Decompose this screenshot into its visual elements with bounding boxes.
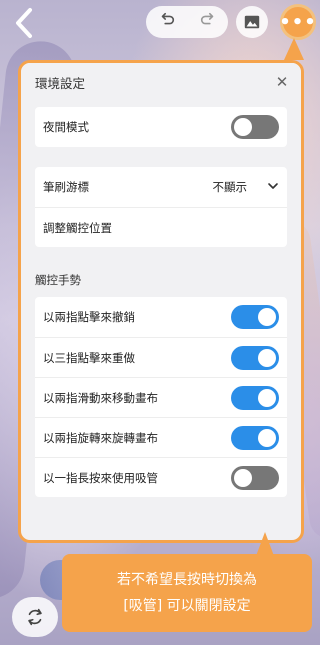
gesture-row: 以兩指旋轉來旋轉畫布: [35, 417, 287, 457]
more-button[interactable]: •••: [279, 4, 317, 40]
chevron-down-icon: [267, 180, 279, 195]
gesture-toggle[interactable]: [231, 465, 279, 490]
panel-title: 環境設定: [35, 75, 86, 91]
gesture-label: 以兩指點擊來撤銷: [43, 310, 135, 324]
night-mode-label: 夜間模式: [43, 120, 89, 134]
panel-header: 環境設定 ✕: [21, 63, 301, 101]
close-icon: ✕: [275, 73, 289, 91]
redo-button[interactable]: [199, 11, 217, 33]
redo-icon: [200, 12, 213, 25]
back-chevron-icon: [16, 8, 32, 38]
toggle-knob: [258, 428, 276, 447]
more-dots-icon: •••: [279, 11, 317, 33]
night-mode-card: 夜間模式: [35, 107, 287, 147]
back-button[interactable]: [10, 6, 40, 40]
toggle-knob: [258, 308, 276, 326]
gesture-row: 以三指點擊來重做: [35, 337, 287, 377]
gesture-toggle[interactable]: [231, 385, 279, 410]
undo-button[interactable]: [158, 11, 176, 33]
callout-line-2: [吸管] 可以關閉設定: [123, 598, 251, 614]
night-mode-row: 夜間模式: [35, 107, 287, 147]
image-icon: [244, 15, 260, 29]
gesture-toggle[interactable]: [231, 305, 279, 329]
brush-cursor-select[interactable]: 不顯示: [213, 179, 280, 195]
gesture-label: 以三指點擊來重做: [43, 350, 135, 365]
gesture-label: 以一指長按來使用吸管: [43, 470, 158, 485]
callout-line-1: 若不希望長按時切換為: [117, 572, 257, 588]
close-button[interactable]: ✕: [273, 73, 291, 91]
toggle-knob: [258, 348, 276, 367]
gesture-row: 以兩指滑動來移動畫布: [35, 377, 287, 417]
toggle-knob: [234, 468, 252, 487]
callout-pointer: [256, 532, 274, 556]
hint-callout: 若不希望長按時切換為 [吸管] 可以關閉設定: [62, 554, 312, 632]
gesture-label: 以兩指滑動來移動畫布: [43, 390, 158, 405]
toggle-knob: [258, 388, 276, 407]
settings-panel: 環境設定 ✕ 夜間模式 筆刷游標 不顯示 調整觸控位置 觸控手勢 以兩指點擊來撤…: [18, 60, 304, 543]
night-mode-toggle[interactable]: [231, 115, 279, 139]
brush-cursor-row[interactable]: 筆刷游標 不顯示: [35, 167, 287, 207]
swap-color-icon: [28, 608, 42, 626]
gesture-label: 以兩指旋轉來旋轉畫布: [43, 430, 158, 445]
brush-cursor-value: 不顯示: [212, 180, 248, 194]
gesture-row: 以兩指點擊來撤銷: [35, 297, 287, 337]
gestures-section-label: 觸控手勢: [35, 273, 81, 287]
gesture-toggle[interactable]: [231, 345, 279, 370]
adjust-touch-label: 調整觸控位置: [43, 220, 112, 235]
panel-pointer: [284, 38, 304, 60]
adjust-touch-row[interactable]: 調整觸控位置: [35, 207, 287, 247]
brush-cursor-label: 筆刷游標: [43, 180, 89, 194]
undo-icon: [161, 12, 174, 25]
image-button[interactable]: [236, 6, 268, 38]
gesture-row: 以一指長按來使用吸管: [35, 457, 287, 497]
toggle-knob: [234, 118, 252, 136]
brush-card: 筆刷游標 不顯示 調整觸控位置: [35, 167, 287, 247]
undo-redo-group: [146, 6, 228, 38]
gestures-card: 以兩指點擊來撤銷 以三指點擊來重做 以兩指滑動來移動畫布 以兩指旋轉來旋轉畫布 …: [35, 297, 287, 497]
gesture-toggle[interactable]: [231, 425, 279, 450]
swap-color-button[interactable]: [12, 597, 58, 637]
